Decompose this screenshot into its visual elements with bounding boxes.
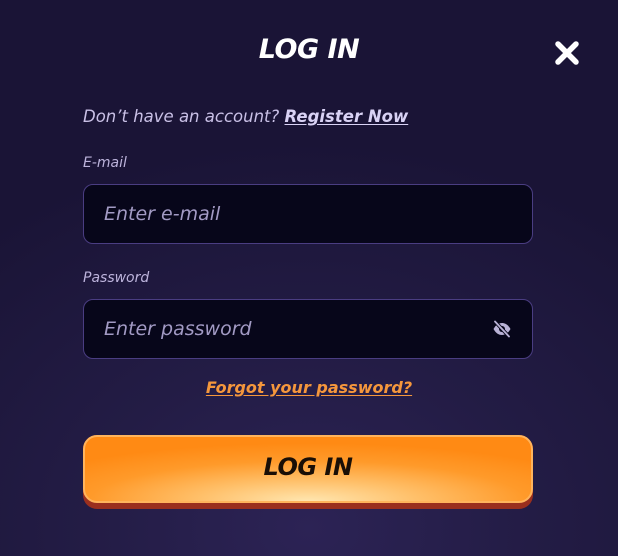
close-button[interactable] [553,39,581,67]
register-prompt-text: Don’t have an account? [83,107,280,126]
register-prompt: Don’t have an account? Register Now [83,107,408,126]
login-button-label: LOG IN [263,453,353,481]
email-label: E-mail [83,155,127,171]
forgot-password-link[interactable]: Forgot your password? [206,378,412,397]
email-field-container [83,184,533,244]
forgot-password-row: Forgot your password? [0,378,618,397]
eye-slash-icon [493,320,511,338]
login-modal: LOG IN Don’t have an account? Register N… [0,0,618,556]
password-label: Password [83,270,150,286]
password-input[interactable] [104,300,484,358]
email-input[interactable] [104,185,484,243]
register-now-link[interactable]: Register Now [285,107,409,126]
password-field-container [83,299,533,359]
toggle-password-visibility-button[interactable] [492,320,512,338]
close-icon [555,41,579,65]
login-button[interactable]: LOG IN [83,435,533,509]
modal-title: LOG IN [258,34,360,65]
